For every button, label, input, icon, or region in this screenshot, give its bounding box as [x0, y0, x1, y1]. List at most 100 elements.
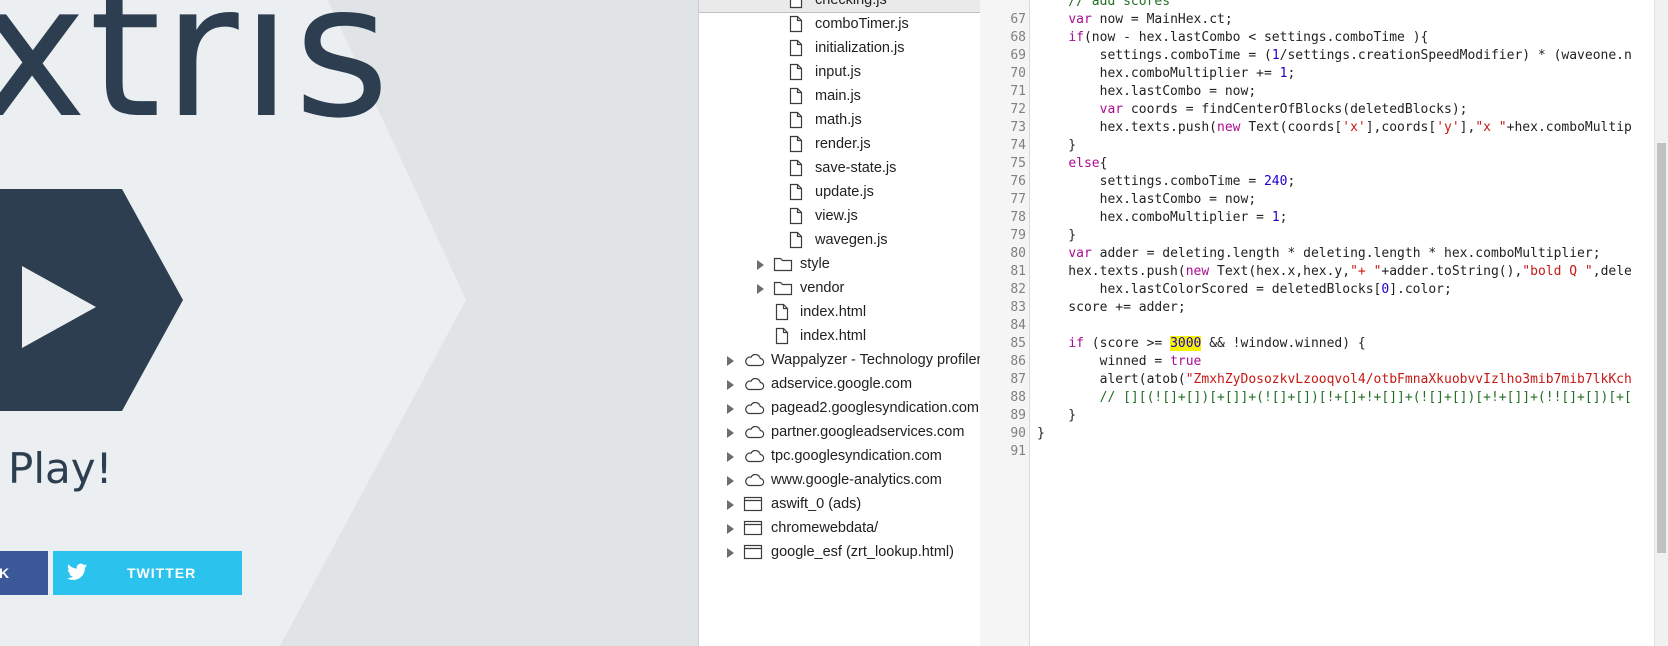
- expand-arrow-icon[interactable]: [727, 548, 734, 558]
- file-icon: [787, 0, 805, 9]
- file-item[interactable]: main.js: [699, 84, 980, 108]
- expand-arrow-icon[interactable]: [727, 452, 734, 462]
- tree-item-label: Wappalyzer - Technology profiler: [771, 352, 981, 368]
- code-line: hex.comboMultiplier = 1;: [1037, 210, 1288, 225]
- line-number[interactable]: 75: [980, 155, 1026, 173]
- file-icon: [787, 63, 805, 81]
- domain-item[interactable]: www.google-analytics.com: [699, 468, 980, 492]
- tree-item-label: tpc.googlesyndication.com: [771, 448, 942, 464]
- file-item[interactable]: checking.js: [699, 0, 980, 12]
- cloud-icon: [743, 471, 765, 489]
- expand-arrow-icon[interactable]: [757, 284, 764, 294]
- twitter-share-button[interactable]: TWITTER: [53, 551, 242, 595]
- code-line: else{: [1068, 156, 1108, 171]
- line-number[interactable]: 72: [980, 101, 1026, 119]
- file-item[interactable]: update.js: [699, 180, 980, 204]
- code-line: }: [1037, 426, 1045, 441]
- file-item[interactable]: initialization.js: [699, 36, 980, 60]
- domain-item[interactable]: aswift_0 (ads): [699, 492, 980, 516]
- expand-arrow-icon[interactable]: [727, 500, 734, 510]
- line-number[interactable]: 78: [980, 209, 1026, 227]
- line-number[interactable]: 71: [980, 83, 1026, 101]
- file-item[interactable]: save-state.js: [699, 156, 980, 180]
- line-number[interactable]: 87: [980, 371, 1026, 389]
- file-icon: [773, 303, 791, 321]
- folder-icon: [773, 255, 793, 273]
- code-line: if(now - hex.lastCombo < settings.comboT…: [1068, 30, 1429, 45]
- code-line: alert(atob("ZmxhZyDosozkvLzooqvol4/otbFm…: [1037, 372, 1632, 387]
- line-number[interactable]: 73: [980, 119, 1026, 137]
- cloud-icon: [743, 351, 765, 369]
- line-number[interactable]: 86: [980, 353, 1026, 371]
- twitter-bird-icon: [67, 563, 87, 580]
- tree-item-label: initialization.js: [815, 40, 905, 56]
- file-item[interactable]: view.js: [699, 204, 980, 228]
- line-number[interactable]: 69: [980, 47, 1026, 65]
- line-number[interactable]: 79: [980, 227, 1026, 245]
- frame-icon: [743, 495, 763, 513]
- line-number[interactable]: 91: [980, 443, 1026, 461]
- tree-item-label: comboTimer.js: [815, 16, 909, 32]
- line-number[interactable]: 90: [980, 425, 1026, 443]
- play-button[interactable]: [0, 0, 698, 646]
- domain-item[interactable]: pagead2.googlesyndication.com: [699, 396, 980, 420]
- code-line: winned = true: [1037, 354, 1202, 369]
- expand-arrow-icon[interactable]: [727, 404, 734, 414]
- expand-arrow-icon[interactable]: [757, 260, 764, 270]
- folder-item[interactable]: style: [699, 252, 980, 276]
- tree-item-label: render.js: [815, 136, 871, 152]
- twitter-label: TWITTER: [127, 565, 197, 581]
- expand-arrow-icon[interactable]: [727, 380, 734, 390]
- line-number[interactable]: 81: [980, 263, 1026, 281]
- line-number[interactable]: 67: [980, 11, 1026, 29]
- file-item[interactable]: wavegen.js: [699, 228, 980, 252]
- domain-item[interactable]: adservice.google.com: [699, 372, 980, 396]
- line-number[interactable]: 85: [980, 335, 1026, 353]
- file-item[interactable]: index.html: [699, 300, 980, 324]
- line-number[interactable]: 76: [980, 173, 1026, 191]
- expand-arrow-icon[interactable]: [727, 476, 734, 486]
- domain-item[interactable]: Wappalyzer - Technology profiler: [699, 348, 980, 372]
- code-line: hex.lastCombo = now;: [1037, 84, 1257, 99]
- vertical-scrollbar[interactable]: [1654, 0, 1668, 646]
- domain-item[interactable]: google_esf (zrt_lookup.html): [699, 540, 980, 564]
- line-number[interactable]: 84: [980, 317, 1026, 335]
- expand-arrow-icon[interactable]: [727, 428, 734, 438]
- domain-item[interactable]: chromewebdata/: [699, 516, 980, 540]
- file-icon: [787, 39, 805, 57]
- line-number[interactable]: 88: [980, 389, 1026, 407]
- code-line: hex.lastCombo = now;: [1037, 192, 1257, 207]
- line-number[interactable]: 89: [980, 407, 1026, 425]
- file-icon: [787, 15, 805, 33]
- expand-arrow-icon[interactable]: [727, 356, 734, 366]
- file-item[interactable]: render.js: [699, 132, 980, 156]
- file-item[interactable]: math.js: [699, 108, 980, 132]
- code-editor[interactable]: 67 68 69 70 71 72 73 74 75 76 77 78 79 80 81 82 83 84 85 86…: [980, 0, 1668, 646]
- line-number[interactable]: 70: [980, 65, 1026, 83]
- tree-item-label: www.google-analytics.com: [771, 472, 942, 488]
- folder-item[interactable]: vendor: [699, 276, 980, 300]
- line-number[interactable]: 82: [980, 281, 1026, 299]
- file-item[interactable]: index.html: [699, 324, 980, 348]
- expand-arrow-icon[interactable]: [727, 524, 734, 534]
- domain-item[interactable]: partner.googleadservices.com: [699, 420, 980, 444]
- file-item[interactable]: comboTimer.js: [699, 12, 980, 36]
- file-icon: [787, 135, 805, 153]
- line-number[interactable]: 80: [980, 245, 1026, 263]
- line-number[interactable]: 77: [980, 191, 1026, 209]
- code-line: var now = MainHex.ct;: [1068, 12, 1233, 27]
- code-line: }: [1037, 408, 1077, 423]
- facebook-share-button[interactable]: K: [0, 551, 48, 595]
- line-number[interactable]: 74: [980, 137, 1026, 155]
- file-item[interactable]: input.js: [699, 60, 980, 84]
- code-line: hex.texts.push(new Text(coords['x'],coor…: [1037, 120, 1632, 135]
- tree-item-label: main.js: [815, 88, 861, 104]
- scrollbar-thumb[interactable]: [1657, 143, 1666, 553]
- code-line: settings.comboTime = 240;: [1037, 174, 1296, 189]
- code-line: hex.texts.push(new Text(hex.x,hex.y,"+ "…: [1037, 264, 1632, 279]
- line-number[interactable]: 83: [980, 299, 1026, 317]
- tree-item-label: input.js: [815, 64, 861, 80]
- file-icon: [787, 183, 805, 201]
- domain-item[interactable]: tpc.googlesyndication.com: [699, 444, 980, 468]
- line-number[interactable]: 68: [980, 29, 1026, 47]
